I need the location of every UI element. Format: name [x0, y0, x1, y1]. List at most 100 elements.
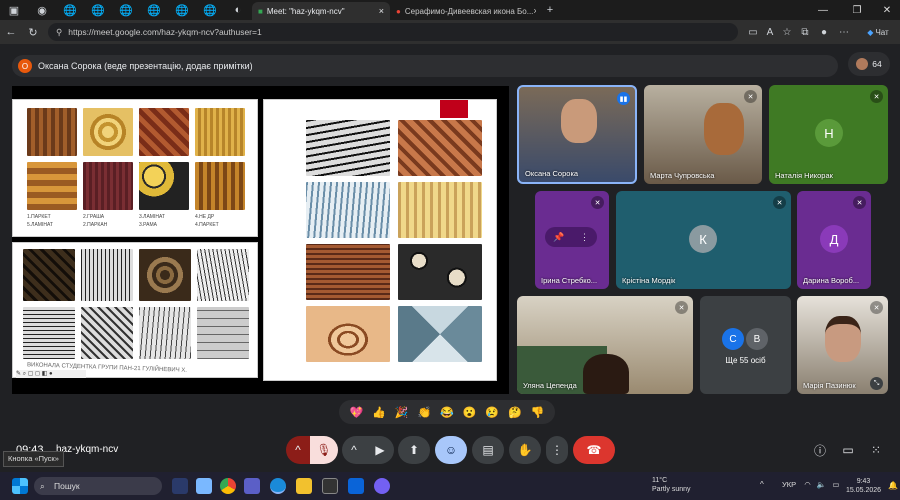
present-screen-button[interactable]: ⬆: [398, 436, 430, 464]
reload-icon[interactable]: ↻: [22, 20, 44, 44]
more-options-icon[interactable]: ⋮: [580, 232, 589, 243]
teams-icon[interactable]: [244, 478, 260, 494]
participant-tile[interactable]: ✕ ⤡ Марія Пазинюк: [797, 296, 888, 394]
close-window-icon[interactable]: ✕: [872, 0, 900, 20]
chat-button[interactable]: ▭: [836, 438, 860, 462]
activities-button[interactable]: ⁙: [864, 438, 888, 462]
info-icon: ⓘ: [813, 443, 826, 458]
raise-hand-button[interactable]: ✋: [509, 436, 541, 464]
participants-count-button[interactable]: 64: [848, 52, 890, 76]
task-view-icon[interactable]: [172, 478, 188, 494]
camera-icon[interactable]: ▭: [745, 24, 761, 40]
shared-screen[interactable]: 1.ПАРКЕТ 2.ГРАША 3.ЛАМІНАТ 4.НЕ ДР 5.ЛАМ…: [12, 86, 509, 394]
more-options-button[interactable]: ⋮: [546, 436, 568, 464]
reaction-sad-button[interactable]: 😢: [485, 406, 499, 419]
file-explorer-icon[interactable]: [296, 478, 312, 494]
tab-actions-icon[interactable]: ▣: [0, 0, 28, 20]
favorite-star-icon[interactable]: ☆: [779, 24, 795, 40]
more-participants-tile[interactable]: С В Ще 55 осіб: [700, 296, 791, 394]
texture-swatch: [139, 249, 191, 301]
participant-tile[interactable]: ▮▮ Оксана Сорока: [517, 85, 637, 184]
mic-toggle-button[interactable]: 🎙: [310, 436, 338, 464]
store-icon[interactable]: [322, 478, 338, 494]
red-marker: [440, 100, 468, 118]
participant-video-face: [704, 103, 744, 155]
collections-icon[interactable]: ⧉: [797, 24, 813, 40]
more-menu-icon[interactable]: ⋯: [836, 24, 852, 40]
profile-avatar-icon[interactable]: ●: [816, 24, 832, 40]
new-tab-button[interactable]: +: [536, 0, 564, 20]
taskbar-clock[interactable]: 9:43 15.05.2026: [846, 477, 881, 495]
camera-options-button[interactable]: ^: [342, 436, 366, 464]
participant-tile[interactable]: ✕ Марта Чупровська: [644, 85, 762, 184]
address-bar[interactable]: ⚲ https://meet.google.com/haz-ykqm-ncv?a…: [48, 23, 738, 41]
pin-icon[interactable]: 📌: [553, 232, 564, 243]
meeting-info-button[interactable]: ⓘ: [808, 438, 832, 462]
reaction-clap-button[interactable]: 👏: [417, 406, 431, 419]
pinned-tab-globe-icon[interactable]: 🌐: [168, 0, 196, 20]
camera-toggle-button[interactable]: ▶: [366, 436, 394, 464]
start-windows-icon[interactable]: [12, 478, 28, 494]
tab-icon-page[interactable]: ● Серафимо-Дивеевская икона Бо... ×: [390, 2, 536, 20]
texture-swatch: [398, 182, 482, 238]
chrome-icon[interactable]: [220, 478, 236, 494]
participant-tile[interactable]: 📌 ⋮ ✕ Ірина Стребко...: [535, 191, 609, 289]
captions-button[interactable]: ▤: [472, 436, 504, 464]
slide-page-bottom-left: ВИКОНАЛА СТУДЕНТКА ГРУПИ ПАН-21 ГУЛІЙНЕВ…: [12, 242, 258, 378]
pinned-tab-icon[interactable]: ◉: [28, 0, 56, 20]
reactions-button[interactable]: ☺: [435, 436, 467, 464]
participant-tile[interactable]: Н ✕ Наталія Никорак: [769, 85, 888, 184]
pinned-tab-edge-icon[interactable]: ◐: [224, 0, 252, 20]
reaction-thumbs-down-button[interactable]: 👎: [531, 406, 545, 419]
video-camera-icon: ▶: [375, 443, 385, 457]
notifications-icon[interactable]: 🔔: [888, 481, 898, 490]
pinned-tab-globe-icon[interactable]: 🌐: [140, 0, 168, 20]
texture-swatch: [81, 307, 133, 359]
read-aloud-icon[interactable]: A: [762, 24, 778, 40]
pinned-tab-globe-icon[interactable]: 🌐: [196, 0, 224, 20]
back-icon[interactable]: ←: [0, 20, 22, 44]
participant-name: Ірина Стребко...: [541, 276, 598, 285]
chat-icon: ▭: [842, 443, 854, 457]
reaction-thinking-button[interactable]: 🤔: [508, 406, 522, 419]
reaction-heart-button[interactable]: 💖: [349, 406, 363, 419]
maximize-icon[interactable]: ❐: [842, 0, 872, 20]
emoji-icon: ☺: [444, 443, 458, 457]
annotation-toolbar[interactable]: ✎ ⌕ ▢ ◻ ◧ ●: [16, 370, 86, 378]
taskbar-search[interactable]: ⌕ Пошук: [34, 477, 162, 495]
viber-icon[interactable]: [374, 478, 390, 494]
tab-meet[interactable]: ■ Meet: "haz-ykqm-ncv" ×: [252, 2, 390, 20]
system-tray[interactable]: УКР ◠ 🔈 ▭: [782, 480, 839, 489]
reaction-thumbs-up-button[interactable]: 👍: [372, 406, 386, 419]
meeting-id: haz-ykqm-ncv: [56, 444, 119, 455]
widgets-icon[interactable]: [196, 478, 212, 494]
close-tab-icon[interactable]: ×: [379, 6, 384, 16]
reaction-laugh-button[interactable]: 😂: [440, 406, 454, 419]
tray-overflow-icon[interactable]: ^: [760, 480, 764, 489]
site-info-icon[interactable]: ⚲: [56, 27, 62, 38]
reaction-surprised-button[interactable]: 😮: [463, 406, 477, 419]
volume-icon[interactable]: 🔈: [817, 480, 826, 489]
edge-icon[interactable]: [270, 478, 286, 494]
participant-tile[interactable]: ✕ Уляна Цепенда: [517, 296, 693, 394]
minimize-icon[interactable]: —: [808, 0, 838, 20]
reaction-party-button[interactable]: 🎉: [395, 406, 409, 419]
participant-tile[interactable]: К ✕ Крістіна Мордік: [616, 191, 791, 289]
self-view-minimize-icon[interactable]: ⤡: [870, 377, 883, 390]
pinned-tab-globe-icon[interactable]: 🌐: [112, 0, 140, 20]
battery-icon[interactable]: ▭: [832, 480, 839, 489]
leave-call-button[interactable]: ☎: [573, 436, 615, 464]
copilot-chat-button[interactable]: ◆ Чат: [860, 24, 896, 40]
start-button-tooltip: Кнопка «Пуск»: [3, 451, 64, 467]
pinned-tab-globe-icon[interactable]: 🌐: [84, 0, 112, 20]
hand-icon: ✋: [517, 443, 533, 457]
language-indicator[interactable]: УКР: [782, 480, 796, 489]
mic-options-button[interactable]: ^: [286, 436, 310, 464]
tile-pin-controls[interactable]: 📌 ⋮: [545, 227, 597, 247]
weather-widget[interactable]: 11°C Partly sunny: [652, 476, 691, 494]
mail-icon[interactable]: [348, 478, 364, 494]
participant-tile[interactable]: Д ✕ Дарина Вороб...: [797, 191, 871, 289]
wifi-icon[interactable]: ◠: [804, 480, 811, 489]
texture-swatch: [306, 182, 390, 238]
pinned-tab-globe-icon[interactable]: 🌐: [56, 0, 84, 20]
